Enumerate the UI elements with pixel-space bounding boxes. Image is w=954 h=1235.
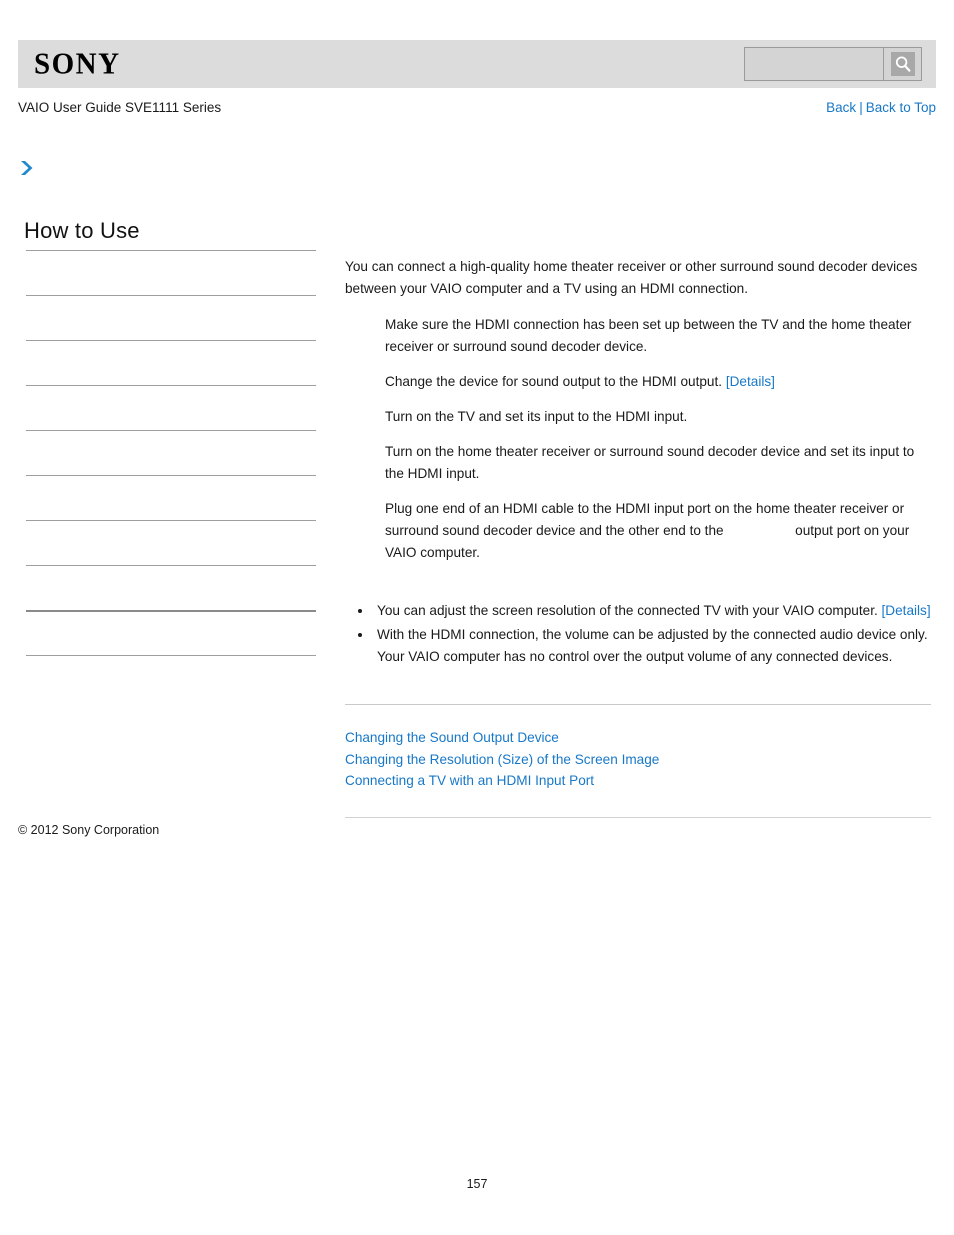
content-divider-top: [345, 704, 931, 706]
step-text: Turn on the TV and set its input to the …: [385, 409, 688, 425]
back-to-top-link[interactable]: Back to Top: [866, 100, 936, 115]
site-header: SONY: [18, 40, 936, 88]
search-input[interactable]: [745, 48, 883, 80]
note-item-1: You can adjust the screen resolution of …: [373, 600, 931, 622]
note-item-2: With the HDMI connection, the volume can…: [373, 624, 931, 668]
notes-list: You can adjust the screen resolution of …: [345, 600, 931, 668]
related-links: Changing the Sound Output Device Changin…: [345, 727, 931, 791]
step-text: Change the device for sound output to th…: [385, 374, 723, 390]
sidebar-item-7[interactable]: [26, 565, 316, 610]
back-link[interactable]: Back: [826, 100, 856, 115]
header-nav: Back | Back to Top: [826, 100, 936, 115]
main-content: You can connect a high-quality home thea…: [345, 256, 931, 824]
sidebar-item-8[interactable]: [26, 610, 316, 655]
nav-separator: |: [859, 100, 863, 115]
step-item-1: Make sure the HDMI connection has been s…: [385, 314, 931, 358]
step-text: Make sure the HDMI connection has been s…: [385, 317, 912, 355]
step-item-3: Turn on the TV and set its input to the …: [385, 406, 931, 428]
sidebar-item-1[interactable]: [26, 295, 316, 340]
note-text: You can adjust the screen resolution of …: [377, 603, 878, 619]
sidebar-item-5[interactable]: [26, 475, 316, 520]
intro-paragraph: You can connect a high-quality home thea…: [345, 259, 918, 297]
search-icon: [890, 52, 915, 76]
guide-title: VAIO User Guide SVE1111 Series: [18, 100, 222, 115]
page-number: 157: [466, 1177, 488, 1191]
search-button[interactable]: [883, 48, 921, 80]
steps-list: Make sure the HDMI connection has been s…: [345, 314, 931, 564]
step-text: Turn on the home theater receiver or sur…: [385, 444, 915, 482]
hdmi-port-icon-placeholder: [727, 523, 791, 535]
step-item-4: Turn on the home theater receiver or sur…: [385, 441, 931, 485]
step-item-2: Change the device for sound output to th…: [385, 371, 931, 393]
sidebar-item-2[interactable]: [26, 340, 316, 385]
details-link[interactable]: [Details]: [726, 374, 775, 389]
step-item-5: Plug one end of an HDMI cable to the HDM…: [385, 498, 931, 564]
sony-logo: SONY: [34, 46, 121, 81]
sidebar-nav-list: [26, 250, 316, 700]
copyright-text: © 2012 Sony Corporation: [18, 823, 160, 837]
related-link-hdmi-input-port[interactable]: Connecting a TV with an HDMI Input Port: [345, 770, 931, 791]
subheader: VAIO User Guide SVE1111 Series Back | Back…: [18, 100, 936, 115]
page-title: How to Use: [24, 218, 140, 243]
sidebar-item-4[interactable]: [26, 430, 316, 475]
search-box[interactable]: [744, 47, 922, 81]
chevron-right-icon[interactable]: [18, 158, 38, 178]
related-link-sound-output-device[interactable]: Changing the Sound Output Device: [345, 727, 931, 748]
sidebar-item-9[interactable]: [26, 655, 316, 700]
sidebar-item-3[interactable]: [26, 385, 316, 430]
sidebar-item-0[interactable]: [26, 250, 316, 295]
sidebar-item-6[interactable]: [26, 520, 316, 565]
content-divider-bottom: [345, 816, 931, 818]
sidebar: How to Use: [18, 158, 318, 700]
details-link[interactable]: [Details]: [882, 603, 931, 618]
related-link-screen-resolution[interactable]: Changing the Resolution (Size) of the Sc…: [345, 749, 931, 770]
note-text: With the HDMI connection, the volume can…: [377, 627, 928, 665]
